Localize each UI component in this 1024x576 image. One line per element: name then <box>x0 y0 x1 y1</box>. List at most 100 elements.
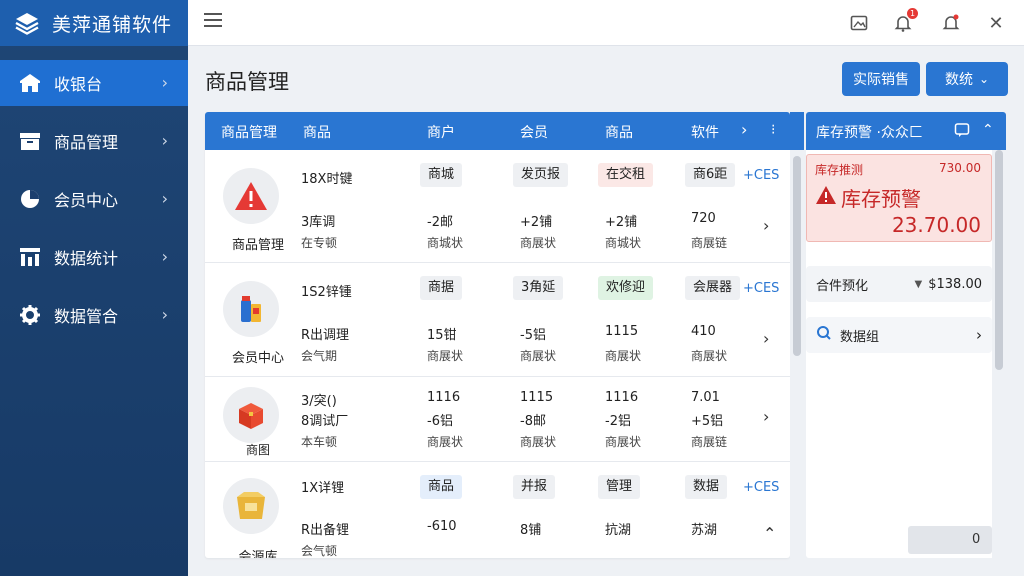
product-sub: 3库调 <box>301 215 336 230</box>
product-note: 会气顿 <box>301 544 338 558</box>
cell-note: 商展状 <box>605 435 642 449</box>
table-row[interactable]: 会源库 1X详锂 R出备锂 会气顿 商品 并报 管理 数据 +CES -610 … <box>205 462 790 558</box>
chevron-right-icon[interactable]: › <box>763 407 769 426</box>
menu-icon[interactable] <box>204 13 222 31</box>
data-row[interactable]: 数据组 › <box>806 317 992 353</box>
sidebar-item-data-settings[interactable]: 数据管合 › <box>0 292 188 338</box>
column-header[interactable]: 商品 <box>605 122 633 142</box>
product-name: 1S2锌锺 <box>301 285 352 300</box>
table-row[interactable]: 商图 3/突() 8调试厂 本车顿 1116 1115 1116 7.01 -6… <box>205 377 790 462</box>
primary-action-button[interactable]: 实际销售 <box>842 62 920 96</box>
row-label: 商品管理 <box>231 238 284 253</box>
stock-alert-card[interactable]: 库存推测 730.00 库存预警 23.70.00 <box>806 154 992 242</box>
store-icon <box>18 71 42 95</box>
column-header[interactable]: 会员 <box>520 122 548 142</box>
tag[interactable]: 商品 <box>420 475 463 499</box>
tag[interactable]: 商6距 <box>685 163 736 187</box>
giftbox-icon <box>223 387 279 443</box>
pager-value: 0 <box>972 532 981 547</box>
tag[interactable]: 发页报 <box>513 163 569 187</box>
product-sub: R出备锂 <box>301 523 350 538</box>
combo-row[interactable]: 合件预化 ▼ $138.00 <box>806 266 992 302</box>
dropdown-button[interactable]: 数统 ⌄ <box>926 62 1008 96</box>
tag[interactable]: 3角延 <box>513 276 564 300</box>
row-link[interactable]: +CES <box>743 480 779 495</box>
bell-icon[interactable]: 1 <box>892 8 918 34</box>
tag[interactable]: 在交租 <box>598 163 654 187</box>
chevron-right-icon: › <box>161 247 168 266</box>
table-row[interactable]: 会员中心 1S2锌锺 R出调理 会气期 商据 3角延 欢修迎 会展器 +CES … <box>205 263 790 377</box>
cell-value: 410 <box>691 324 716 339</box>
cell-value: 1116 <box>605 390 639 405</box>
sidebar-item-goods[interactable]: 商品管理 › <box>0 118 188 164</box>
page-title: 商品管理 <box>205 70 289 94</box>
caret-down-icon: ▼ <box>914 278 923 290</box>
warning-icon <box>815 185 837 209</box>
tag[interactable]: 商据 <box>420 276 463 300</box>
cell-value: 7.01 <box>691 390 720 405</box>
cell-value: 720 <box>691 211 716 226</box>
product-note: 会气期 <box>301 349 338 363</box>
goods-icon <box>223 281 279 337</box>
column-header[interactable]: 商品管理 <box>221 122 277 142</box>
sidebar-item-label: 商品管理 <box>54 133 119 152</box>
chevron-up-icon[interactable]: ⌃ <box>982 122 994 138</box>
dropdown-button-label: 数统 <box>944 72 973 88</box>
table-row[interactable]: 商品管理 18X时键 3库调 在专顿 商城 发页报 在交租 商6距 +CES -… <box>205 150 790 263</box>
app-brand: 美萍通铺软件 <box>0 0 188 46</box>
cell-value: +2铺 <box>605 215 638 230</box>
table-scrollbar[interactable] <box>790 112 804 558</box>
cell-value: 1115 <box>520 390 554 405</box>
panel-scrollbar[interactable] <box>992 150 1006 558</box>
tag[interactable]: 数据 <box>685 475 728 499</box>
product-note: 在专顿 <box>301 236 338 250</box>
sidebar-item-members[interactable]: 会员中心 › <box>0 176 188 222</box>
tag[interactable]: 并报 <box>513 475 556 499</box>
cell-value: -2邮 <box>427 215 453 230</box>
chevron-right-icon: › <box>161 305 168 324</box>
tag[interactable]: 欢修迎 <box>598 276 654 300</box>
cell-value: 1116 <box>427 390 461 405</box>
chevron-right-icon: › <box>161 73 168 92</box>
collapse-icon[interactable]: ⌃ <box>763 524 776 543</box>
sidebar-item-label: 数据管合 <box>54 307 119 326</box>
cell-note: 商展状 <box>520 236 557 250</box>
sidebar-item-statistics[interactable]: 数据统计 › <box>0 234 188 280</box>
layers-logo-icon <box>15 13 39 35</box>
column-header[interactable]: 软件 <box>691 122 719 142</box>
sidebar-item-cashier[interactable]: 收银台 › <box>0 60 188 106</box>
chevron-right-icon[interactable]: › <box>741 120 747 139</box>
close-icon[interactable]: ✕ <box>985 12 1007 34</box>
bar-chart-icon <box>18 245 42 269</box>
alert-amount: 23.70.00 <box>891 213 981 237</box>
app-title: 美萍通铺软件 <box>52 13 173 36</box>
product-sub: 8调试厂 <box>301 414 349 429</box>
image-icon[interactable] <box>848 12 870 34</box>
pager-control[interactable]: 0 <box>908 526 992 554</box>
tag[interactable]: 商城 <box>420 163 463 187</box>
scrollbar-thumb[interactable] <box>793 156 801 356</box>
tag[interactable]: 管理 <box>598 475 641 499</box>
column-header[interactable]: 商户 <box>427 122 455 142</box>
alert-amount-small: 730.00 <box>939 161 981 175</box>
cell-value: -610 <box>427 519 457 534</box>
scrollbar-cap <box>790 112 804 150</box>
tag[interactable]: 会展器 <box>685 276 741 300</box>
alert-bell-icon[interactable] <box>940 12 962 34</box>
scrollbar-thumb[interactable] <box>995 150 1003 370</box>
combo-label: 合件预化 <box>816 278 869 294</box>
chat-icon[interactable] <box>954 122 970 142</box>
chevron-right-icon[interactable]: › <box>763 216 769 235</box>
panel-title: 库存预警 ·众众匚 <box>816 125 923 141</box>
row-label: 会员中心 <box>231 351 284 366</box>
cell-value: -8邮 <box>520 414 546 429</box>
chevron-right-icon: › <box>976 326 982 344</box>
gear-icon <box>18 303 42 327</box>
chevron-right-icon[interactable]: › <box>763 329 769 348</box>
cell-value: 抗湖 <box>605 523 632 538</box>
stock-alert-panel: 库存预警 ·众众匚 ⌃ 库存推测 730.00 库存预警 23.70.00 合件… <box>806 112 1006 558</box>
row-link[interactable]: +CES <box>743 168 779 183</box>
row-link[interactable]: +CES <box>743 281 779 296</box>
more-icon[interactable]: ⁝ <box>771 122 775 138</box>
column-header[interactable]: 商品 <box>303 122 331 142</box>
